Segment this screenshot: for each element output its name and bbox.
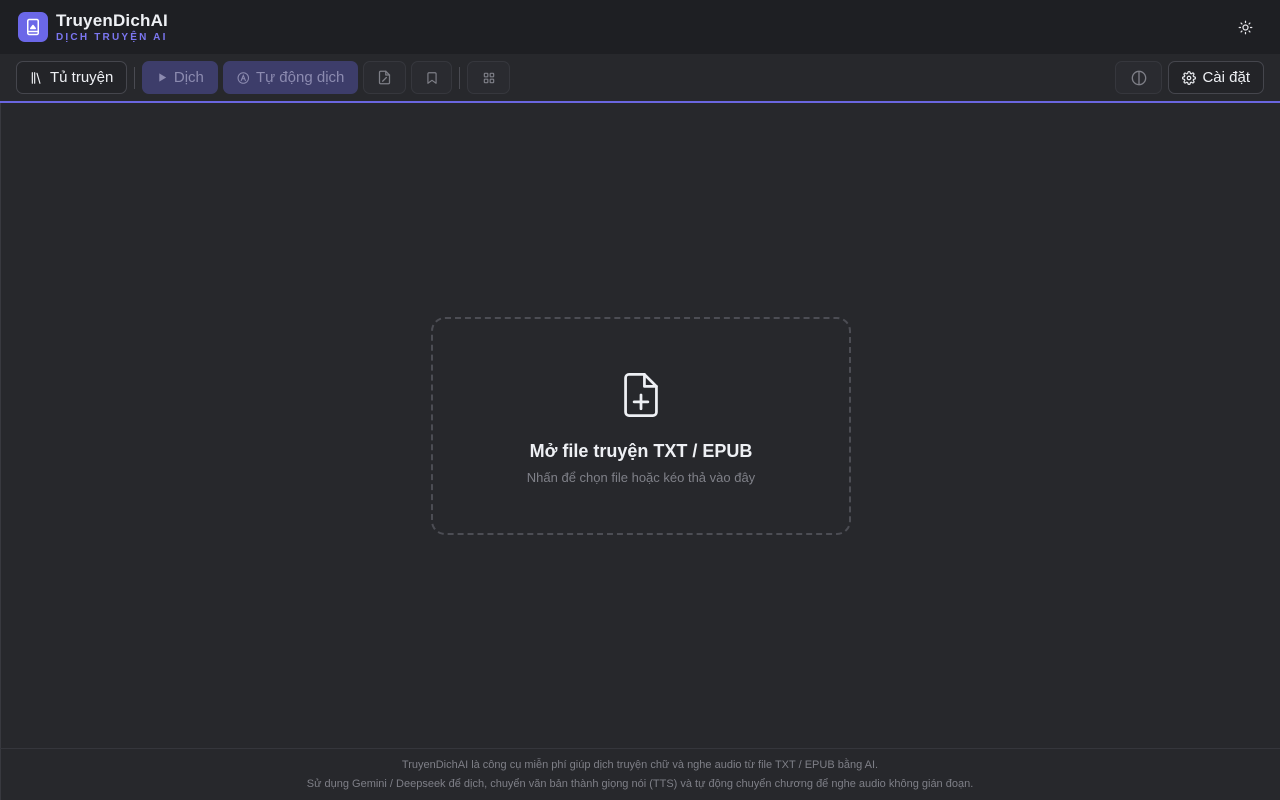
library-button[interactable]: Tủ truyện <box>16 61 128 94</box>
footer: TruyenDichAI là công cụ miễn phí giúp dị… <box>0 748 1280 800</box>
play-icon <box>159 73 167 82</box>
auto-icon <box>237 71 250 84</box>
settings-button[interactable]: Cài đặt <box>1168 61 1264 94</box>
app-header: TruyenDichAI DỊCH TRUYỆN AI <box>0 0 1280 54</box>
app-tagline: DỊCH TRUYỆN AI <box>56 31 168 43</box>
book-icon <box>27 18 39 36</box>
theme-toggle-button[interactable] <box>1234 16 1256 38</box>
library-button-label: Tủ truyện <box>50 69 114 86</box>
footer-line-1: TruyenDichAI là công cụ miễn phí giúp dị… <box>401 758 879 771</box>
app-logo <box>18 12 48 42</box>
dropzone-subtitle: Nhấn để chọn file hoặc kéo thả vào đây <box>526 470 756 485</box>
file-edit-icon <box>379 70 391 85</box>
library-icon <box>31 71 41 84</box>
toolbar: Tủ truyện Dịch Tự động dịch Cài đặt <box>0 54 1280 103</box>
file-dropzone[interactable]: Mở file truyện TXT / EPUB Nhấn để chọn f… <box>431 317 851 535</box>
translate-button-label: Dịch <box>173 69 204 86</box>
bookmark-icon <box>427 71 437 84</box>
app-name: TruyenDichAI <box>56 10 168 30</box>
edit-file-button[interactable] <box>363 61 407 94</box>
gear-icon <box>1182 70 1197 85</box>
toolbar-divider <box>459 66 461 89</box>
bookmark-button[interactable] <box>411 61 453 94</box>
compare-button[interactable] <box>1115 61 1163 94</box>
chapter-grid-button[interactable] <box>467 61 511 94</box>
auto-translate-button[interactable]: Tự động dịch <box>223 61 359 94</box>
auto-translate-button-label: Tự động dịch <box>255 69 345 86</box>
file-plus-icon <box>624 373 658 417</box>
content-border <box>0 103 1 800</box>
split-circle-icon <box>1131 70 1147 85</box>
settings-button-label: Cài đặt <box>1202 69 1250 86</box>
brand: TruyenDichAI DỊCH TRUYỆN AI <box>56 11 168 44</box>
dropzone-title: Mở file truyện TXT / EPUB <box>529 441 753 461</box>
footer-line-2: Sử dụng Gemini / Deepseek để dịch, chuyể… <box>306 777 974 790</box>
toolbar-divider <box>134 66 136 89</box>
sun-icon <box>1238 20 1252 34</box>
translate-button[interactable]: Dịch <box>142 61 219 94</box>
grid-icon <box>483 72 495 83</box>
